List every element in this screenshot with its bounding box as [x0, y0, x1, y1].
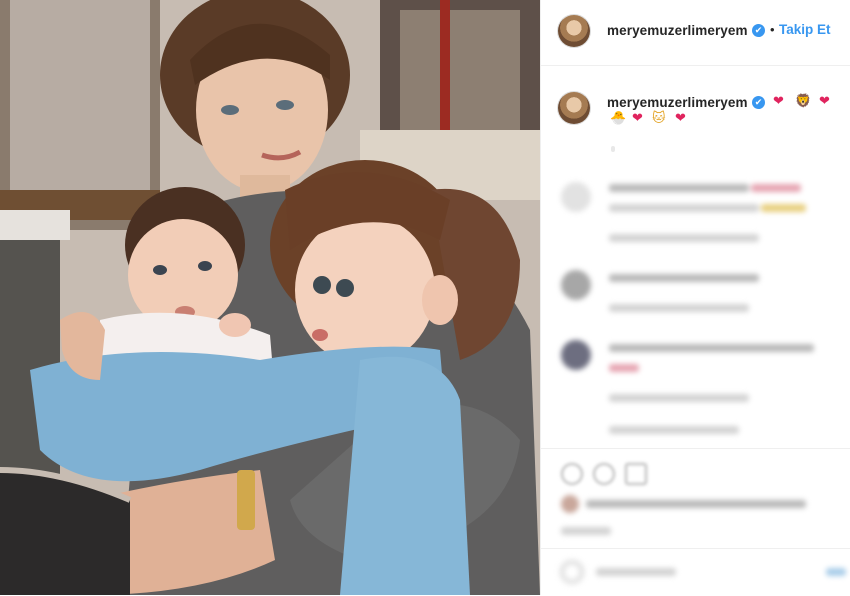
likes-blurred — [541, 493, 850, 543]
hatching-chick-emoji: 🐣 — [610, 111, 627, 126]
comment-emoji-blurred — [761, 204, 806, 212]
comment-meta-blurred — [609, 394, 749, 402]
likes-text-blurred — [586, 500, 806, 508]
heart-emoji: ❤ — [819, 94, 830, 109]
post-photo[interactable] — [0, 0, 540, 595]
separator-dot: • — [770, 22, 775, 37]
post-actions — [541, 448, 850, 548]
post-button-blurred[interactable] — [826, 568, 846, 576]
comment-placeholder-blurred — [596, 568, 676, 576]
comment-text-blurred — [609, 204, 759, 212]
comment-avatar — [561, 340, 591, 370]
post-side-panel: meryemuzerlimeryem ✔ • Takip Et meryemuz… — [540, 0, 850, 595]
verified-badge-icon: ✔ — [752, 24, 765, 37]
add-comment-row[interactable] — [541, 548, 850, 595]
add-comment-blurred — [541, 549, 850, 596]
heart-emoji: ❤ — [632, 111, 643, 126]
caption-avatar[interactable] — [558, 92, 590, 124]
heart-emoji: ❤ — [773, 94, 784, 109]
follow-button[interactable]: Takip Et — [779, 22, 831, 37]
cat-emoji: 🐱 — [652, 111, 666, 126]
comment-emoji-blurred — [609, 364, 639, 372]
caption-username[interactable]: meryemuzerlimeryem — [607, 95, 748, 110]
comment-icon[interactable] — [593, 463, 615, 485]
liker-avatar — [561, 495, 579, 513]
heart-emoji: ❤ — [675, 111, 686, 126]
comment-meta-blurred — [609, 426, 739, 434]
comment-meta-blurred — [609, 304, 749, 312]
comment-meta-blurred — [609, 234, 759, 242]
comment-text-blurred — [609, 344, 814, 352]
avatar[interactable] — [558, 15, 590, 47]
comment-emoji-blurred — [751, 184, 801, 192]
comment-text-blurred — [609, 184, 749, 192]
comment-avatar — [561, 182, 591, 212]
divider-mark — [611, 146, 615, 152]
post-header: meryemuzerlimeryem ✔ • Takip Et — [541, 0, 850, 66]
photo-illustration — [0, 0, 540, 595]
post-date-blurred — [561, 527, 611, 535]
lion-emoji: 🦁 — [795, 94, 812, 109]
heart-icon[interactable] — [561, 463, 583, 485]
emoji-icon[interactable] — [561, 561, 583, 583]
share-icon[interactable] — [625, 463, 647, 485]
comment-text-blurred — [609, 274, 759, 282]
comment-avatar — [561, 270, 591, 300]
verified-badge-icon: ✔ — [752, 96, 765, 109]
post-caption: meryemuzerlimeryem ✔ ❤ 🦁 ❤ 🐣 ❤ 🐱 ❤ — [541, 80, 850, 130]
comments-list-blurred — [541, 170, 850, 440]
header-username[interactable]: meryemuzerlimeryem — [607, 23, 748, 38]
